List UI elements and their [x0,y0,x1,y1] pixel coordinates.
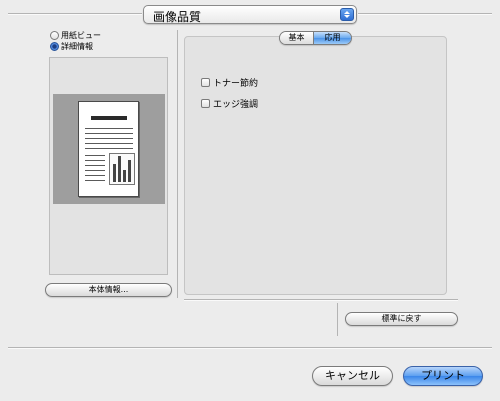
edge-enhance-label: エッジ強調 [213,100,259,110]
reset-defaults-button[interactable]: 標準に戻す [345,312,458,326]
page-preview-line [85,155,105,156]
page-preview-line [85,143,133,144]
popup-label: 画像品質 [153,10,202,24]
toner-save-option[interactable]: トナー節約 [201,76,258,89]
preview-bar [118,156,121,182]
toner-save-checkbox[interactable] [201,78,210,87]
print-button[interactable]: プリント [403,366,483,386]
cancel-button[interactable]: キャンセル [312,366,393,386]
page-preview-line [85,160,105,161]
edge-enhance-option[interactable]: エッジ強調 [201,97,258,110]
page-preview-line [85,128,133,129]
radio-button-icon [50,31,59,40]
print-settings-popup[interactable]: 画像品質 [143,5,357,24]
page-preview-line [85,180,105,181]
page-preview-line [85,170,105,171]
popup-arrows-icon [340,8,354,21]
tab-segmented-control: 基本 応用 [279,31,352,45]
radio-paper-view-label: 用紙ビュー [61,31,101,40]
radio-selected-icon [50,42,59,51]
top-separator-right [358,13,492,15]
radio-paper-view[interactable]: 用紙ビュー [50,30,101,41]
radio-details[interactable]: 詳細情報 [50,41,93,52]
settings-panel [184,36,447,295]
radio-details-label: 詳細情報 [61,42,93,51]
device-info-button[interactable]: 本体情報... [45,283,172,297]
panel-bottom-separator [184,299,458,301]
preview-bar [123,170,126,182]
tab-advanced[interactable]: 応用 [314,32,351,44]
preview-bar [128,160,131,182]
page-preview-line [85,133,133,134]
page-preview-line [85,175,105,176]
vertical-divider [177,30,178,298]
page-preview-title [91,116,127,120]
tab-basic[interactable]: 基本 [280,32,314,44]
page-preview-line [85,165,105,166]
toner-save-label: トナー節約 [213,79,259,89]
top-separator-left [8,13,142,15]
footer-separator [8,347,492,349]
page-preview-chart-icon [109,153,135,185]
page-preview [78,101,139,197]
reset-divider [337,303,338,336]
page-preview-line [85,138,133,139]
preview-bar [113,164,116,182]
edge-enhance-checkbox[interactable] [201,99,210,108]
page-preview-line [85,148,133,149]
